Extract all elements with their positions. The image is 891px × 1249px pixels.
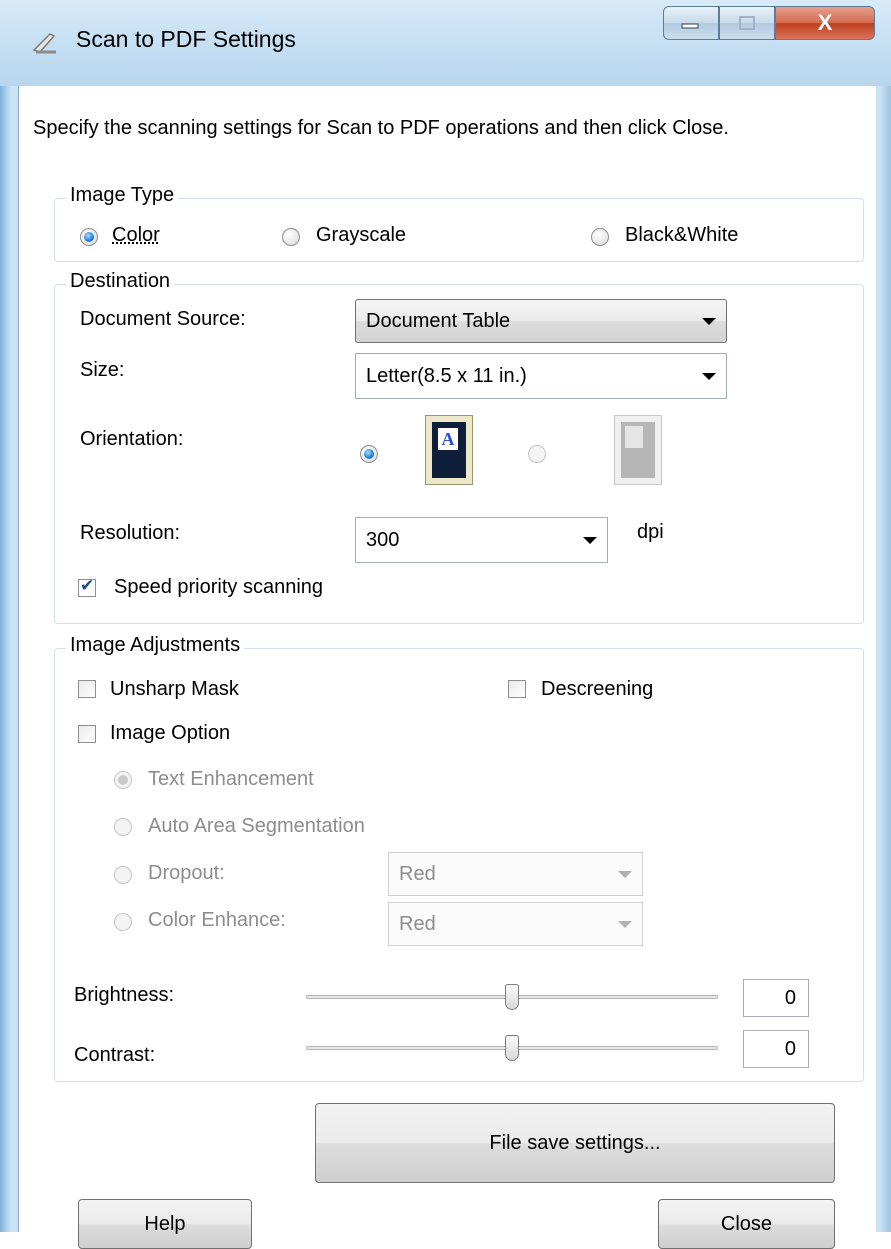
help-button[interactable]: Help [78,1199,252,1249]
resolution-select[interactable]: 300 [355,517,608,563]
color-enhance-value: Red [399,912,436,935]
image-option-checkbox[interactable] [78,725,96,743]
window-controls: X [663,6,881,42]
contrast-label: Contrast: [74,1044,156,1066]
contrast-value[interactable]: 0 [743,1030,809,1068]
speed-priority-label[interactable]: Speed priority scanning [114,576,323,599]
orientation-label: Orientation: [80,428,184,450]
landscape-page-icon [621,422,655,478]
landscape-radio[interactable] [528,445,546,463]
brightness-label: Brightness: [74,984,175,1006]
color-enhance-label[interactable]: Color Enhance: [148,909,286,932]
chevron-down-icon [702,373,716,380]
close-icon: X [817,10,833,35]
window-title: Scan to PDF Settings [76,26,296,52]
document-source-label: Document Source: [80,308,246,330]
auto-area-label[interactable]: Auto Area Segmentation [148,815,365,838]
image-type-group [54,198,864,262]
size-value: Letter(8.5 x 11 in.) [366,364,527,387]
file-save-settings-button[interactable]: File save settings... [315,1103,835,1183]
document-source-select[interactable]: Document Table [355,299,727,343]
title-bar[interactable]: Scan to PDF Settings X [0,0,891,86]
portrait-radio[interactable] [360,445,378,463]
dropout-radio[interactable] [114,866,132,884]
minimize-icon [681,23,699,29]
image-type-label: Image Type [66,184,179,207]
portrait-letter: A [438,428,458,450]
portrait-page-icon: A [432,422,466,478]
unsharp-mask-label[interactable]: Unsharp Mask [110,678,239,701]
destination-label: Destination [66,270,175,293]
dropout-select[interactable]: Red [388,852,643,896]
maximize-icon [739,16,755,30]
landscape-orientation-icon[interactable] [614,415,662,485]
chevron-down-icon [583,537,597,544]
brightness-slider-thumb[interactable] [505,984,519,1010]
grayscale-label[interactable]: Grayscale [316,224,406,247]
close-button[interactable]: Close [658,1199,835,1249]
black-white-radio[interactable] [591,228,609,246]
dropout-value: Red [399,862,436,885]
intro-text: Specify the scanning settings for Scan t… [33,117,729,139]
descreening-checkbox[interactable] [508,680,526,698]
color-enhance-radio[interactable] [114,913,132,931]
size-select[interactable]: Letter(8.5 x 11 in.) [355,353,727,399]
chevron-down-icon [618,921,632,928]
text-enhancement-radio[interactable] [114,771,132,789]
minimize-button[interactable] [663,6,719,40]
color-radio[interactable] [80,228,98,246]
chevron-down-icon [618,871,632,878]
image-option-label[interactable]: Image Option [110,722,230,745]
resolution-label: Resolution: [80,522,181,544]
image-adjustments-label: Image Adjustments [66,634,245,657]
resolution-unit: dpi [637,521,664,543]
black-white-label[interactable]: Black&White [625,224,738,247]
scanner-icon [32,33,56,54]
color-label[interactable]: Color [112,224,160,247]
speed-priority-checkbox[interactable] [78,576,96,597]
descreening-label[interactable]: Descreening [541,678,653,701]
close-window-button[interactable]: X [775,6,875,40]
maximize-button[interactable] [719,6,775,40]
document-source-value: Document Table [366,309,511,332]
resolution-value: 300 [366,528,400,551]
chevron-down-icon [702,318,716,325]
size-label: Size: [80,359,125,381]
unsharp-mask-checkbox[interactable] [78,680,96,698]
dropout-label[interactable]: Dropout: [148,862,225,885]
landscape-page-inner [625,426,643,448]
portrait-orientation-icon[interactable]: A [425,415,473,485]
contrast-slider-thumb[interactable] [505,1035,519,1061]
auto-area-radio[interactable] [114,818,132,836]
grayscale-radio[interactable] [282,228,300,246]
color-enhance-select[interactable]: Red [388,902,643,946]
text-enhancement-label[interactable]: Text Enhancement [148,768,314,791]
brightness-value[interactable]: 0 [743,979,809,1017]
